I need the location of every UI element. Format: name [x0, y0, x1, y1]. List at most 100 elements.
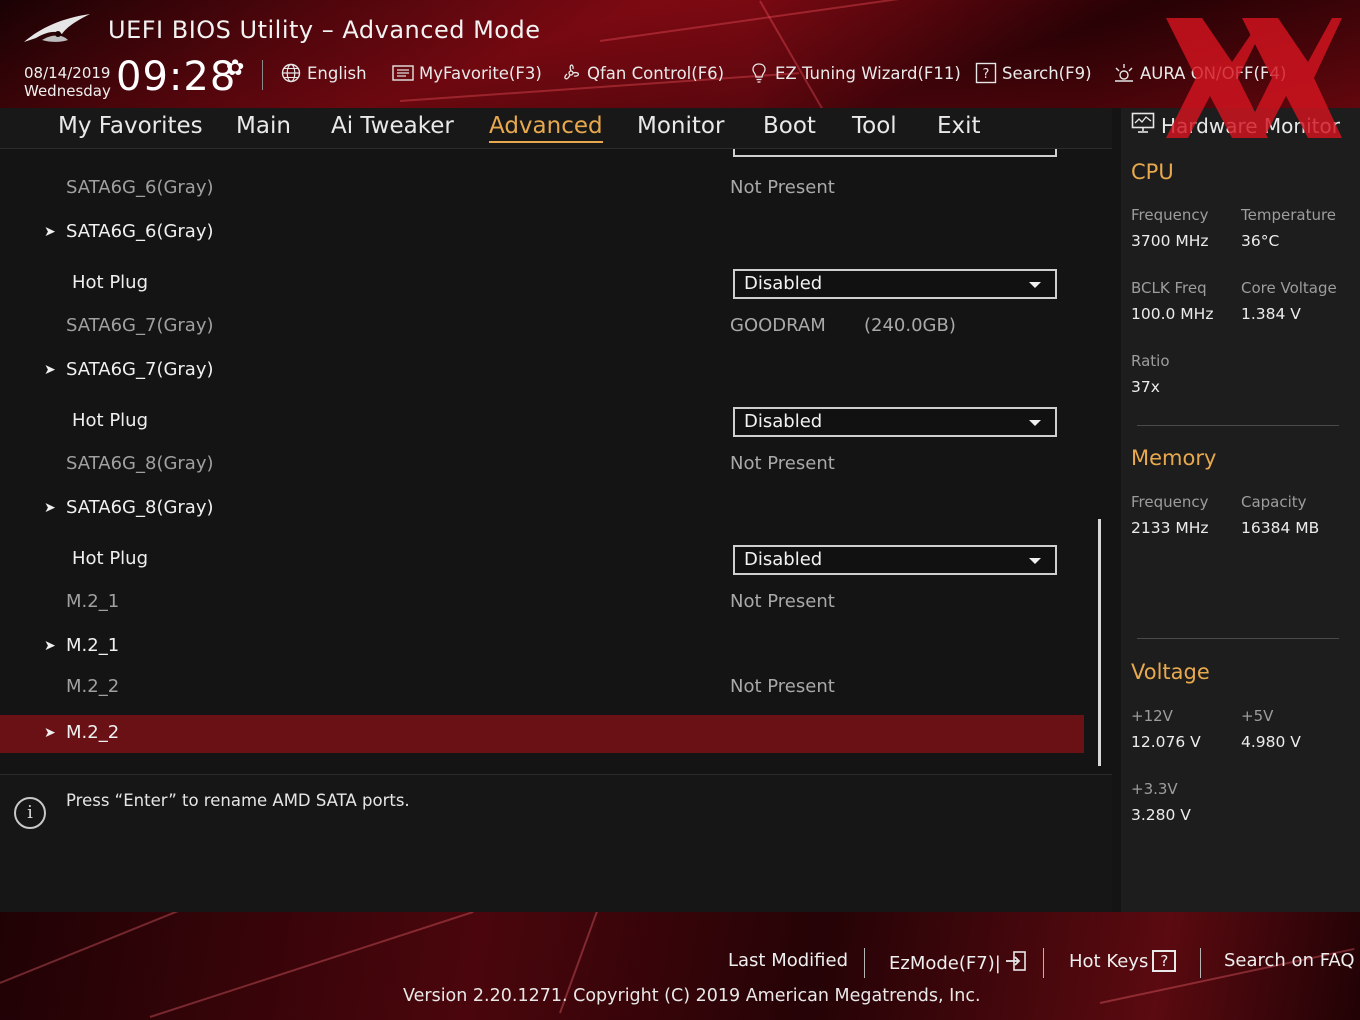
v33-label: +3.3V	[1131, 780, 1178, 798]
myfavorite-button[interactable]: MyFavorite(F3)	[392, 62, 542, 84]
ezmode-label: EzMode(F7)|	[889, 953, 1001, 974]
gear-icon[interactable]: ✿	[226, 56, 244, 81]
tab-advanced[interactable]: Advanced	[489, 113, 603, 143]
port-status: Not Present	[730, 591, 835, 612]
aura-light-icon	[1113, 62, 1135, 84]
cpu-frequency-label: Frequency	[1131, 206, 1209, 224]
ratio-value: 37x	[1131, 378, 1160, 396]
list-item-submenu[interactable]: ➤ SATA6G_8(Gray)	[0, 497, 1084, 525]
memory-section-title: Memory	[1131, 446, 1217, 470]
date-display: 08/14/2019	[24, 64, 111, 82]
ez-tuning-wizard-button[interactable]: EZ Tuning Wizard(F11)	[748, 62, 961, 84]
decor-streak	[599, 0, 1116, 42]
submenu-label: SATA6G_6(Gray)	[66, 221, 214, 242]
memory-frequency-label: Frequency	[1131, 493, 1209, 511]
search-faq-button[interactable]: Search on FAQ	[1224, 950, 1355, 971]
search-label: Search(F9)	[1002, 63, 1092, 83]
footer-divider	[1200, 948, 1201, 978]
lightbulb-icon	[748, 62, 770, 84]
myfavorite-label: MyFavorite(F3)	[419, 63, 542, 83]
dropdown-partial[interactable]	[733, 149, 1057, 157]
qfan-control-button[interactable]: Qfan Control(F6)	[560, 62, 724, 84]
setting-label: Hot Plug	[72, 410, 149, 431]
hardware-monitor-label: Hardware Monitor	[1161, 113, 1340, 138]
qfan-control-label: Qfan Control(F6)	[587, 63, 725, 83]
list-item-submenu[interactable]: ➤ SATA6G_6(Gray)	[0, 221, 1084, 249]
list-item-info: M.2_1 Not Present	[0, 591, 1084, 619]
port-label: SATA6G_6(Gray)	[66, 177, 214, 198]
cpu-frequency-value: 3700 MHz	[1131, 232, 1209, 250]
hardware-monitor-title: Hardware Monitor	[1131, 112, 1340, 139]
memory-capacity-value: 16384 MB	[1241, 519, 1320, 537]
tab-boot[interactable]: Boot	[763, 113, 816, 139]
v5-value: 4.980 V	[1241, 733, 1301, 751]
tab-main[interactable]: Main	[236, 113, 291, 139]
last-modified-button[interactable]: Last Modified	[728, 950, 848, 971]
hot-plug-dropdown[interactable]: Disabled	[733, 545, 1057, 575]
ezmode-button[interactable]: EzMode(F7)|	[889, 950, 1027, 977]
memory-capacity-label: Capacity	[1241, 493, 1307, 511]
caret-down-icon	[1029, 420, 1041, 426]
setting-label: Hot Plug	[72, 272, 149, 293]
version-copyright: Version 2.20.1271. Copyright (C) 2019 Am…	[403, 986, 981, 1006]
port-status: Not Present	[730, 453, 835, 474]
device-capacity: (240.0GB)	[864, 315, 956, 336]
globe-icon	[280, 62, 302, 84]
port-label: M.2_2	[66, 676, 120, 697]
search-button[interactable]: ? Search(F9)	[975, 62, 1092, 84]
submenu-arrow-icon: ➤	[44, 638, 56, 654]
submenu-label: M.2_2	[66, 722, 120, 743]
scrollbar[interactable]	[1098, 519, 1101, 766]
help-panel: i Press “Enter” to rename AMD SATA ports…	[0, 774, 1112, 913]
submenu-arrow-icon: ➤	[44, 224, 56, 240]
hot-plug-dropdown[interactable]: Disabled	[733, 407, 1057, 437]
settings-list[interactable]: SATA6G_6(Gray) Not Present ➤ SATA6G_6(Gr…	[0, 149, 1112, 766]
tab-ai-tweaker[interactable]: Ai Tweaker	[331, 113, 454, 139]
list-item-info: SATA6G_8(Gray) Not Present	[0, 453, 1084, 481]
dropdown-value: Disabled	[744, 411, 823, 432]
monitor-screen-icon	[1131, 112, 1155, 139]
submenu-label: M.2_1	[66, 635, 120, 656]
core-voltage-value: 1.384 V	[1241, 305, 1301, 323]
v12-label: +12V	[1131, 707, 1173, 725]
device-name: GOODRAM	[730, 315, 826, 336]
setting-label: Hot Plug	[72, 548, 149, 569]
ratio-label: Ratio	[1131, 352, 1170, 370]
v12-value: 12.076 V	[1131, 733, 1201, 751]
bclk-value: 100.0 MHz	[1131, 305, 1214, 323]
list-item-info: SATA6G_7(Gray) GOODRAM (240.0GB)	[0, 315, 1084, 343]
cpu-section-title: CPU	[1131, 160, 1174, 184]
tab-monitor[interactable]: Monitor	[637, 113, 724, 139]
tab-exit[interactable]: Exit	[937, 113, 981, 139]
memory-frequency-value: 2133 MHz	[1131, 519, 1209, 537]
list-item-partial	[0, 149, 1084, 163]
exit-arrow-icon	[1005, 950, 1027, 977]
language-button[interactable]: English	[280, 62, 367, 84]
hot-keys-button[interactable]: Hot Keys ?	[1069, 950, 1177, 972]
submenu-label: SATA6G_7(Gray)	[66, 359, 214, 380]
bclk-label: BCLK Freq	[1131, 279, 1207, 297]
dropdown-value: Disabled	[744, 549, 823, 570]
aura-toggle-button[interactable]: AURA ON/OFF(F4)	[1113, 62, 1286, 84]
port-label: M.2_1	[66, 591, 120, 612]
tab-tool[interactable]: Tool	[852, 113, 897, 139]
day-display: Wednesday	[24, 82, 111, 100]
hot-plug-dropdown[interactable]: Disabled	[733, 269, 1057, 299]
fan-icon	[560, 62, 582, 84]
clock-display[interactable]: 09:28	[116, 54, 236, 100]
footer-divider	[1043, 948, 1044, 978]
svg-text:?: ?	[983, 67, 990, 82]
v33-value: 3.280 V	[1131, 806, 1191, 824]
list-item-submenu-selected[interactable]: ➤ M.2_2	[0, 715, 1084, 753]
last-modified-label: Last Modified	[728, 950, 849, 971]
list-item-submenu[interactable]: ➤ SATA6G_7(Gray)	[0, 359, 1084, 387]
app-title: UEFI BIOS Utility – Advanced Mode	[108, 16, 541, 44]
tab-my-favorites[interactable]: My Favorites	[58, 113, 203, 139]
voltage-section-title: Voltage	[1131, 660, 1210, 684]
list-item-submenu[interactable]: ➤ M.2_1	[0, 635, 1084, 663]
caret-down-icon	[1029, 558, 1041, 564]
list-item-info: M.2_2 Not Present	[0, 676, 1084, 704]
cpu-temperature-value: 36°C	[1241, 232, 1280, 250]
hardware-monitor-panel: Hardware Monitor CPU Frequency 3700 MHz …	[1121, 108, 1360, 912]
hot-keys-label: Hot Keys	[1069, 950, 1149, 972]
